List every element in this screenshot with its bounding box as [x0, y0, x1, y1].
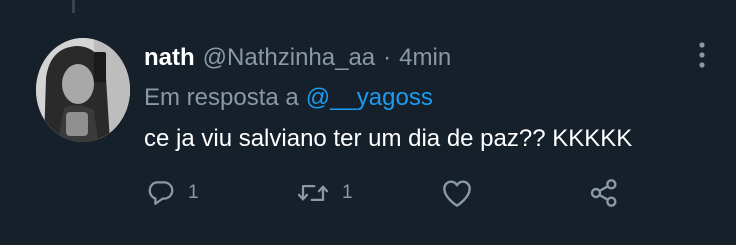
more-options-button[interactable]	[688, 38, 716, 72]
reply-icon	[148, 181, 174, 205]
retweet-button[interactable]: 1	[296, 176, 353, 210]
reply-context: Em resposta a @__yagoss	[144, 80, 433, 116]
timestamp[interactable]: 4min	[399, 44, 451, 72]
retweet-icon	[297, 185, 329, 201]
share-icon	[590, 179, 617, 207]
separator-dot: ·	[383, 44, 392, 71]
reply-prefix: Em resposta a	[144, 84, 299, 111]
thread-connector-line	[72, 0, 75, 13]
avatar[interactable]	[36, 38, 130, 142]
reply-mention-link[interactable]: @__yagoss	[306, 84, 433, 112]
share-button[interactable]	[588, 176, 620, 210]
display-name[interactable]: nath	[144, 44, 195, 72]
reply-button[interactable]: 1	[146, 176, 199, 210]
tweet-text: ce ja viu salviano ter um dia de paz?? K…	[144, 125, 633, 152]
retweet-count: 1	[342, 182, 353, 203]
reply-count: 1	[188, 182, 199, 203]
more-vertical-icon	[699, 42, 705, 68]
heart-icon	[443, 180, 471, 207]
tweet-header: nath @Nathzinha_aa · 4min	[144, 39, 451, 77]
user-handle[interactable]: @Nathzinha_aa	[203, 44, 375, 72]
like-button[interactable]	[441, 176, 473, 210]
